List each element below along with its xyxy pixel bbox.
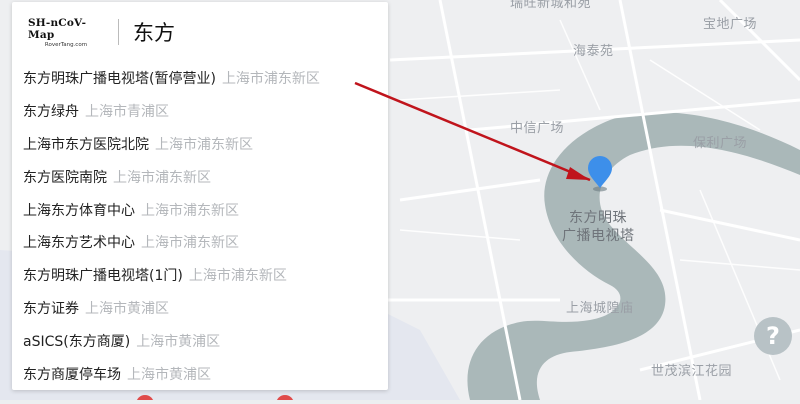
result-district: 上海市黄浦区: [85, 300, 169, 317]
search-result-item[interactable]: aSICS(东方商厦) 上海市黄浦区: [12, 324, 388, 357]
search-result-item[interactable]: 东方绿舟 上海市青浦区: [12, 95, 388, 128]
result-name: aSICS(东方商厦): [23, 333, 131, 350]
result-district: 上海市浦东新区: [113, 169, 211, 186]
result-name: 东方明珠广播电视塔(暂停营业): [23, 71, 216, 88]
result-name: 东方商厦停车场: [23, 366, 121, 383]
result-name: 上海东方艺术中心: [23, 235, 135, 252]
result-district: 上海市黄浦区: [127, 366, 211, 383]
result-name: 上海东方体育中心: [23, 202, 135, 219]
map-label-top: 瑞旺新城和苑: [510, 0, 592, 11]
result-district: 上海市青浦区: [85, 104, 169, 121]
search-result-item[interactable]: 东方医院南院 上海市浦东新区: [12, 160, 388, 193]
result-name: 东方证券: [23, 300, 79, 317]
search-result-item[interactable]: 上海市东方医院北院 上海市浦东新区: [12, 128, 388, 161]
result-district: 上海市浦东新区: [141, 235, 239, 252]
map-label-poly: 保利广场: [693, 136, 748, 151]
search-results-list: 东方明珠广播电视塔(暂停营业) 上海市浦东新区 东方绿舟 上海市青浦区 上海市东方医院北…: [12, 62, 388, 390]
header-divider: [118, 19, 119, 45]
map-label-zhongxin: 中信广场: [510, 121, 565, 136]
result-district: 上海市浦东新区: [155, 136, 253, 153]
search-result-item[interactable]: 上海东方体育中心 上海市浦东新区: [12, 193, 388, 226]
result-name: 上海市东方医院北院: [23, 136, 149, 153]
search-result-item[interactable]: 东方商厦停车场 上海市黄浦区: [12, 357, 388, 390]
result-district: 上海市浦东新区: [221, 71, 320, 88]
result-name: 东方医院南院: [23, 169, 107, 186]
result-district: 上海市浦东新区: [188, 268, 287, 285]
map-label-baodi: 宝地广场: [703, 17, 758, 32]
result-name: 东方明珠广播电视塔(1门): [23, 268, 183, 285]
search-input[interactable]: [133, 20, 363, 44]
result-district: 上海市浦东新区: [141, 202, 239, 219]
map-label-binjiang: 世茂滨江花园: [651, 364, 733, 379]
panel-header: SH-nCoV-Map RoverTang.com: [12, 2, 388, 62]
logo-title: SH-nCoV-Map: [28, 16, 87, 41]
result-name: 东方绿舟: [23, 104, 79, 121]
result-district: 上海市黄浦区: [136, 333, 221, 350]
search-result-item[interactable]: 上海东方艺术中心 上海市浦东新区: [12, 226, 388, 259]
search-result-item[interactable]: 东方明珠广播电视塔(1门) 上海市浦东新区: [12, 259, 388, 292]
map-label-haitai: 海泰苑: [573, 44, 614, 59]
search-result-item[interactable]: 东方证券 上海市黄浦区: [12, 292, 388, 325]
search-result-item[interactable]: 东方明珠广播电视塔(暂停营业) 上海市浦东新区: [12, 62, 388, 95]
logo-subtitle: RoverTang.com: [44, 41, 88, 48]
search-panel: SH-nCoV-Map RoverTang.com 东方明珠广播电视塔(暂停营业…: [12, 2, 388, 390]
map-label-pearl-line1: 东方明珠: [569, 210, 627, 226]
map-label-chenghuang: 上海城隍庙: [566, 301, 634, 316]
map-label-pearl-line2: 广播电视塔: [562, 228, 635, 244]
app-logo[interactable]: SH-nCoV-Map RoverTang.com: [28, 17, 104, 48]
help-button[interactable]: ?: [754, 317, 792, 355]
